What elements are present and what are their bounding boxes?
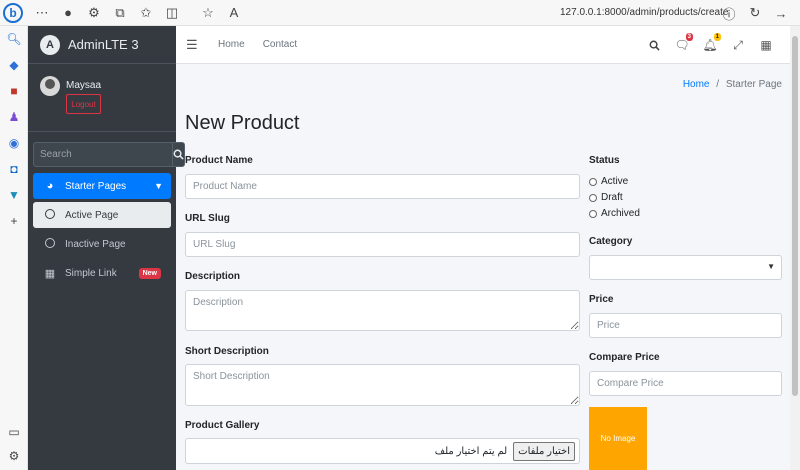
address-bar[interactable]: 127.0.0.1:8000/admin/products/create bbox=[560, 0, 728, 26]
url-slug-label: URL Slug bbox=[185, 213, 230, 224]
radio-label: Draft bbox=[601, 192, 623, 203]
status-radio-archived[interactable]: Archived bbox=[589, 208, 640, 219]
profile-icon[interactable]: ● bbox=[55, 0, 81, 26]
brand-text: AdminLTE 3 bbox=[68, 37, 139, 52]
short-description-label: Short Description bbox=[185, 346, 269, 357]
scrollbar[interactable] bbox=[790, 26, 800, 470]
status-radio-active[interactable]: Active bbox=[589, 176, 628, 187]
brand-link[interactable]: A AdminLTE 3 bbox=[28, 26, 176, 64]
scrollbar-thumb[interactable] bbox=[792, 36, 798, 396]
nav-link-home[interactable]: Home bbox=[218, 39, 245, 50]
outlook-icon[interactable]: ◘ bbox=[0, 156, 28, 182]
sidebar-item-inactive-page[interactable]: Inactive Page bbox=[33, 231, 171, 257]
file-status-text: لم يتم اختيار ملف bbox=[434, 445, 508, 457]
browser-sidebar: 🔍︎ ◆ ■ ♟ ◉ ◘ ▼ + ▭ ⚙ bbox=[0, 26, 28, 470]
read-aloud-icon[interactable]: A bbox=[221, 0, 247, 26]
tools-icon[interactable]: ■ bbox=[0, 78, 28, 104]
breadcrumb: Home / Starter Page bbox=[683, 79, 782, 90]
product-gallery-file-input[interactable]: لم يتم اختيار ملف اختيار ملفات bbox=[185, 438, 580, 464]
price-input[interactable] bbox=[589, 313, 782, 338]
control-sidebar-icon[interactable]: ▦ bbox=[752, 38, 780, 52]
radio-circle[interactable] bbox=[589, 193, 597, 202]
price-label: Price bbox=[589, 294, 614, 305]
breadcrumb-separator: / bbox=[716, 79, 720, 90]
brand-logo-icon: A bbox=[40, 34, 60, 55]
circle-icon bbox=[43, 208, 57, 222]
search-icon[interactable]: 🔍︎ bbox=[0, 26, 28, 52]
radio-label: Archived bbox=[601, 208, 640, 219]
product-gallery-label: Product Gallery bbox=[185, 420, 260, 431]
browser-logo-icon[interactable]: b bbox=[3, 2, 23, 23]
collections-icon[interactable]: ⧉ bbox=[107, 0, 133, 26]
sidebar-search bbox=[33, 142, 185, 167]
new-badge: New bbox=[138, 267, 161, 279]
refresh-icon[interactable]: ↻ bbox=[742, 0, 768, 26]
split-screen-icon[interactable]: ◫ bbox=[159, 0, 185, 26]
add-icon[interactable]: + bbox=[0, 208, 28, 234]
circle-icon bbox=[43, 237, 57, 251]
favorites-icon[interactable]: ✩ bbox=[133, 0, 159, 26]
nav-link-contact[interactable]: Contact bbox=[263, 39, 297, 50]
user-panel: Maysaa Logout bbox=[28, 64, 176, 132]
product-name-input[interactable] bbox=[185, 174, 580, 199]
forward-icon[interactable]: → bbox=[768, 0, 794, 26]
browser-toolbar: b ⋯ ● ⚙ ⧉ ✩ ◫ ☆ A 127.0.0.1:8000/admin/p… bbox=[0, 0, 800, 26]
description-textarea[interactable] bbox=[185, 290, 580, 331]
messages-badge: 3 bbox=[685, 33, 693, 41]
panel-icon[interactable]: ▭ bbox=[0, 420, 28, 444]
search-icon bbox=[173, 149, 184, 160]
main-sidebar: A AdminLTE 3 Maysaa Logout ◕ Starter Pag… bbox=[28, 26, 185, 470]
more-icon[interactable]: ⋯ bbox=[29, 0, 55, 26]
category-select[interactable]: ▼ bbox=[589, 255, 782, 280]
navbar-search-icon[interactable] bbox=[640, 40, 668, 51]
radio-circle[interactable] bbox=[589, 177, 597, 186]
top-navbar: ☰ Home Contact 🗨︎ 3 🔔︎ 1 ⤢ ▦ bbox=[176, 26, 790, 64]
settings-icon[interactable]: ⚙ bbox=[0, 444, 28, 468]
choose-files-button[interactable]: اختيار ملفات bbox=[513, 441, 575, 461]
page-title: New Product bbox=[185, 112, 300, 134]
sidebar-item-active-page[interactable]: Active Page bbox=[33, 202, 171, 228]
product-name-label: Product Name bbox=[185, 155, 253, 166]
chevron-down-icon: ▼ bbox=[154, 181, 163, 191]
games-icon[interactable]: ♟ bbox=[0, 104, 28, 130]
dashboard-icon: ◕ bbox=[46, 180, 54, 192]
info-icon[interactable]: ⓘ bbox=[716, 0, 742, 26]
search-input[interactable] bbox=[33, 142, 172, 167]
compare-price-label: Compare Price bbox=[589, 352, 660, 363]
short-description-textarea[interactable] bbox=[185, 364, 580, 406]
search-button[interactable] bbox=[172, 142, 185, 167]
breadcrumb-home[interactable]: Home bbox=[683, 79, 710, 90]
drop-icon[interactable]: ▼ bbox=[0, 182, 28, 208]
user-name[interactable]: Maysaa bbox=[66, 80, 101, 91]
messages-icon[interactable]: 🗨︎ 3 bbox=[668, 33, 696, 52]
sidebar-item-label: Inactive Page bbox=[65, 238, 126, 250]
sidebar-item-starter-pages[interactable]: ◕ Starter Pages ▼ bbox=[33, 173, 171, 199]
no-image-placeholder: No Image bbox=[589, 407, 647, 470]
notifications-badge: 1 bbox=[713, 33, 721, 41]
status-label: Status bbox=[589, 155, 620, 166]
grid-icon: ▦ bbox=[44, 267, 56, 280]
url-slug-input[interactable] bbox=[185, 232, 580, 257]
avatar bbox=[40, 76, 60, 96]
shopping-icon[interactable]: ◆ bbox=[0, 52, 28, 78]
chevron-down-icon: ▼ bbox=[767, 262, 775, 271]
menu-toggle-icon[interactable]: ☰ bbox=[186, 37, 200, 53]
notifications-icon[interactable]: 🔔︎ 1 bbox=[696, 33, 724, 52]
compare-price-input[interactable] bbox=[589, 371, 782, 396]
office-icon[interactable]: ◉ bbox=[0, 130, 28, 156]
bookmark-star-icon[interactable]: ☆ bbox=[195, 0, 221, 26]
breadcrumb-current: Starter Page bbox=[725, 79, 782, 90]
description-label: Description bbox=[185, 271, 241, 282]
extensions-icon[interactable]: ⚙ bbox=[81, 0, 107, 26]
fullscreen-icon[interactable]: ⤢ bbox=[724, 38, 752, 53]
sidebar-item-label: Starter Pages bbox=[65, 180, 127, 192]
radio-label: Active bbox=[601, 176, 629, 187]
radio-circle[interactable] bbox=[589, 209, 597, 218]
category-label: Category bbox=[589, 236, 633, 247]
logout-button[interactable]: Logout bbox=[66, 94, 101, 114]
sidebar-item-label: Simple Link bbox=[65, 267, 117, 279]
status-radio-draft[interactable]: Draft bbox=[589, 192, 623, 203]
sidebar-item-simple-link[interactable]: ▦ Simple Link New bbox=[33, 260, 171, 286]
sidebar-item-label: Active Page bbox=[65, 209, 119, 221]
